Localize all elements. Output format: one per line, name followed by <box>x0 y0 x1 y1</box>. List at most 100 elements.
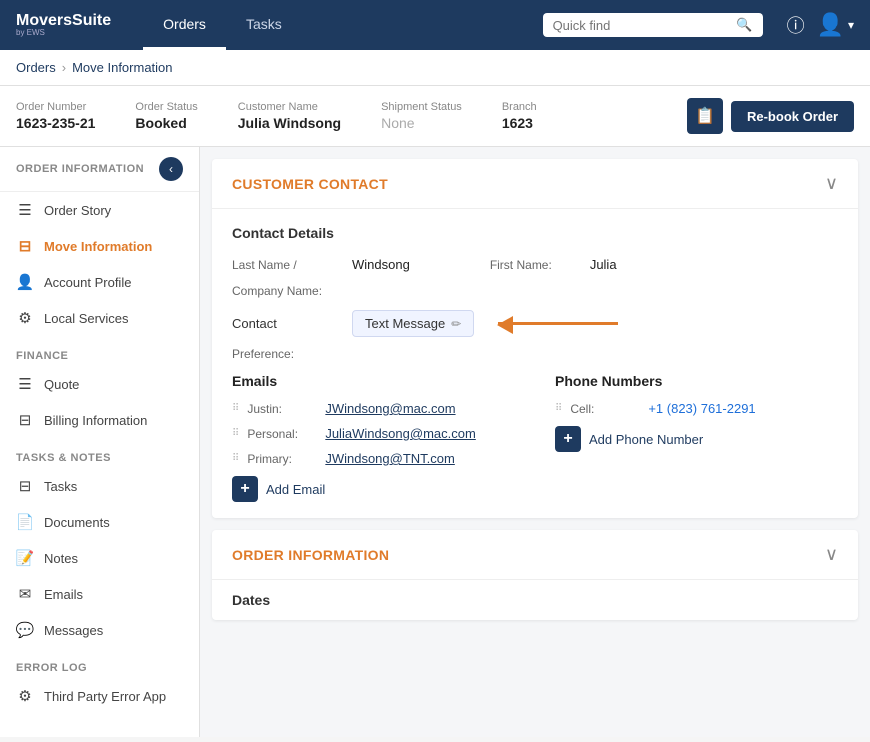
breadcrumb-current: Move Information <box>72 60 172 75</box>
email-value-personal[interactable]: JuliaWindsong@mac.com <box>325 426 475 441</box>
order-meta: Order Number 1623-235-21 Order Status Bo… <box>0 86 870 147</box>
nav-links: Orders Tasks <box>143 0 302 50</box>
sidebar-toggle-btn[interactable]: ‹ <box>159 157 183 181</box>
sidebar-item-label-documents: Documents <box>44 515 110 530</box>
sidebar-item-local-services[interactable]: ⚙ Local Services <box>0 300 199 336</box>
sidebar-order-info-header: ORDER INFORMATION ‹ <box>0 147 199 192</box>
customer-contact-collapse-icon[interactable]: ∨ <box>825 173 838 194</box>
shipment-status-label: Shipment Status <box>381 101 462 113</box>
contact-edit-icon[interactable]: ✏ <box>451 317 461 331</box>
breadcrumb-root[interactable]: Orders <box>16 60 56 75</box>
branch-label: Branch <box>502 101 537 113</box>
search-bar[interactable]: 🔍 <box>543 13 763 37</box>
user-icon: 👤 <box>817 12 844 38</box>
local-services-icon: ⚙ <box>16 309 34 327</box>
third-party-icon: ⚙ <box>16 687 34 705</box>
sidebar-item-documents[interactable]: 📄 Documents <box>0 504 199 540</box>
branch-value: 1623 <box>502 115 537 131</box>
name-row: Last Name / Windsong First Name: Julia <box>232 257 838 272</box>
email-value-justin[interactable]: JWindsong@mac.com <box>325 401 455 416</box>
company-name-label: Company Name: <box>232 284 352 298</box>
branch-item: Branch 1623 <box>502 101 537 131</box>
phone-value-cell[interactable]: +1 (823) 761-2291 <box>648 401 755 416</box>
nav-tasks[interactable]: Tasks <box>226 0 302 50</box>
last-name-value: Windsong <box>352 257 410 272</box>
sidebar-item-label-messages: Messages <box>44 623 103 638</box>
search-input[interactable] <box>553 18 731 33</box>
content-area: CUSTOMER CONTACT ∨ Contact Details Last … <box>200 147 870 737</box>
sidebar-finance-header: FINANCE <box>0 336 199 366</box>
emails-icon: ✉ <box>16 585 34 603</box>
sidebar-item-label-move-info: Move Information <box>44 239 152 254</box>
last-name-label: Last Name / <box>232 258 352 272</box>
email-row-justin: ⠿ Justin: JWindsong@mac.com <box>232 401 515 416</box>
nav-icons: ⓘ 👤 ▾ <box>787 12 854 38</box>
contact-field-label: Contact <box>232 316 352 331</box>
sidebar-item-third-party[interactable]: ⚙ Third Party Error App <box>0 678 199 714</box>
customer-contact-title: CUSTOMER CONTACT <box>232 176 388 192</box>
add-email-btn[interactable]: + Add Email <box>232 476 515 502</box>
user-menu[interactable]: 👤 ▾ <box>817 12 854 38</box>
top-nav: MoversSuite by EWS Orders Tasks 🔍 ⓘ 👤 ▾ <box>0 0 870 50</box>
contact-input-area: Text Message ✏ <box>352 310 618 337</box>
rebook-button[interactable]: Re-book Order <box>731 101 854 132</box>
sidebar-item-tasks[interactable]: ⊟ Tasks <box>0 468 199 504</box>
sidebar-item-messages[interactable]: 💬 Messages <box>0 612 199 648</box>
add-email-label: Add Email <box>266 482 325 497</box>
email-label-personal: Personal: <box>247 427 317 441</box>
app-sub: by EWS <box>16 29 111 38</box>
emails-phones-area: Emails ⠿ Justin: JWindsong@mac.com ⠿ Per… <box>232 373 838 502</box>
phones-header: Phone Numbers <box>555 373 838 389</box>
email-row-personal: ⠿ Personal: JuliaWindsong@mac.com <box>232 426 515 441</box>
sidebar-item-label-notes: Notes <box>44 551 78 566</box>
order-info-collapse-icon[interactable]: ∨ <box>825 544 838 565</box>
billing-icon: ⊟ <box>16 411 34 429</box>
order-status-label: Order Status <box>135 101 197 113</box>
doc-icon-button[interactable]: 📋 <box>687 98 723 134</box>
email-value-primary[interactable]: JWindsong@TNT.com <box>325 451 455 466</box>
phones-col: Phone Numbers ⠿ Cell: +1 (823) 761-2291 … <box>555 373 838 502</box>
customer-contact-body: Contact Details Last Name / Windsong Fir… <box>212 209 858 518</box>
sidebar-item-label-quote: Quote <box>44 377 79 392</box>
emails-header: Emails <box>232 373 515 389</box>
sidebar-item-order-story[interactable]: ☰ Order Story <box>0 192 199 228</box>
sidebar-item-label-order-story: Order Story <box>44 203 111 218</box>
order-info-section-title: ORDER INFORMATION <box>232 547 389 563</box>
main-layout: ORDER INFORMATION ‹ ☰ Order Story ⊟ Move… <box>0 147 870 737</box>
order-meta-actions: 📋 Re-book Order <box>687 98 854 134</box>
order-status-item: Order Status Booked <box>135 101 197 131</box>
nav-orders[interactable]: Orders <box>143 0 226 50</box>
order-story-icon: ☰ <box>16 201 34 219</box>
sidebar-item-move-information[interactable]: ⊟ Move Information <box>0 228 199 264</box>
preference-label: Preference: <box>232 347 352 361</box>
sidebar-item-billing[interactable]: ⊟ Billing Information <box>0 402 199 438</box>
add-phone-btn[interactable]: + Add Phone Number <box>555 426 838 452</box>
customer-name-item: Customer Name Julia Windsong <box>238 101 341 131</box>
preference-row: Preference: <box>232 347 838 361</box>
drag-dots-personal: ⠿ <box>232 428 239 439</box>
move-info-icon: ⊟ <box>16 237 34 255</box>
sidebar-item-quote[interactable]: ☰ Quote <box>0 366 199 402</box>
app-logo: MoversSuite by EWS <box>16 12 111 38</box>
sidebar-item-emails[interactable]: ✉ Emails <box>0 576 199 612</box>
order-status-value: Booked <box>135 115 197 131</box>
add-phone-icon: + <box>555 426 581 452</box>
breadcrumb: Orders › Move Information <box>0 50 870 86</box>
customer-name-value: Julia Windsong <box>238 115 341 131</box>
order-number-label: Order Number <box>16 101 95 113</box>
info-icon-btn[interactable]: ⓘ <box>787 12 805 38</box>
sidebar-item-notes[interactable]: 📝 Notes <box>0 540 199 576</box>
drag-dots-primary: ⠿ <box>232 453 239 464</box>
sidebar-item-account-profile[interactable]: 👤 Account Profile <box>0 264 199 300</box>
contact-pill[interactable]: Text Message ✏ <box>352 310 474 337</box>
user-chevron-icon: ▾ <box>848 18 854 32</box>
order-information-card: ORDER INFORMATION ∨ Dates <box>212 530 858 620</box>
sidebar-item-label-emails: Emails <box>44 587 83 602</box>
sidebar-order-label: ORDER INFORMATION <box>16 163 144 175</box>
customer-contact-header: CUSTOMER CONTACT ∨ <box>212 159 858 209</box>
email-label-justin: Justin: <box>247 402 317 416</box>
messages-icon: 💬 <box>16 621 34 639</box>
add-email-icon: + <box>232 476 258 502</box>
shipment-status-item: Shipment Status None <box>381 101 462 131</box>
shipment-status-value: None <box>381 115 462 131</box>
